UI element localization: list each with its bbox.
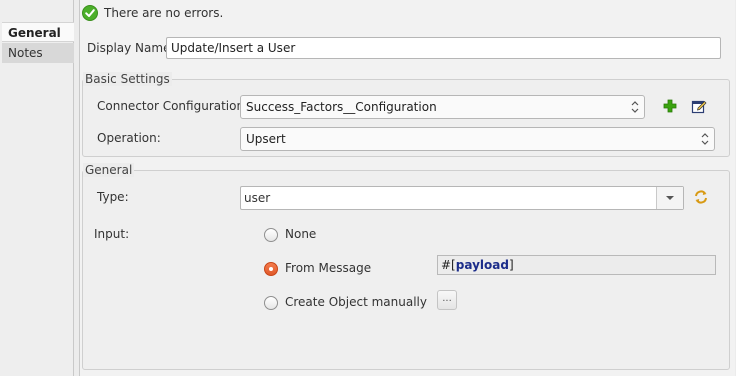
general-title: General [83,163,135,177]
radio-from-message-label[interactable]: From Message [285,261,371,275]
edit-icon[interactable] [691,98,707,114]
expression-keyword: payload [455,258,509,272]
radio-create-object[interactable] [264,296,278,310]
sidebar: General Notes [0,0,74,376]
type-combo[interactable]: user [240,186,684,210]
operation-label: Operation: [97,131,161,145]
tab-notes[interactable]: Notes [2,43,74,63]
status-line: There are no errors. [82,5,223,21]
display-name-label: Display Name: [87,41,175,55]
type-label: Type: [97,190,129,204]
chevron-down-icon [666,196,674,200]
check-circle-icon [82,5,98,21]
refresh-icon[interactable] [693,189,709,205]
spin-arrows-icon [631,101,639,113]
connector-configuration-label: Connector Configuration: [97,99,249,113]
connector-configuration-value: Success_Factors__Configuration [246,100,437,114]
radio-none[interactable] [264,228,278,242]
radio-from-message[interactable] [264,262,278,276]
payload-expression-field[interactable]: #[payload] [437,255,716,275]
operation-select[interactable]: Upsert [240,127,715,151]
operation-value: Upsert [246,132,286,146]
basic-settings-title: Basic Settings [83,72,172,86]
radio-none-label[interactable]: None [285,227,316,241]
display-name-input[interactable]: Update/Insert a User [166,37,721,59]
connector-configuration-select[interactable]: Success_Factors__Configuration [240,95,645,119]
status-message: There are no errors. [104,6,224,20]
type-value: user [244,191,271,205]
plus-icon[interactable] [662,98,678,114]
input-label: Input: [94,227,130,241]
radio-create-object-label[interactable]: Create Object manually [285,295,427,309]
expression-prefix: #[ [441,258,456,272]
spin-arrows-icon [701,133,709,145]
type-dropdown-button[interactable] [656,187,683,209]
tab-general[interactable]: General [2,22,74,42]
expression-suffix: ] [508,258,514,272]
ellipsis-button[interactable]: ... [437,290,457,310]
